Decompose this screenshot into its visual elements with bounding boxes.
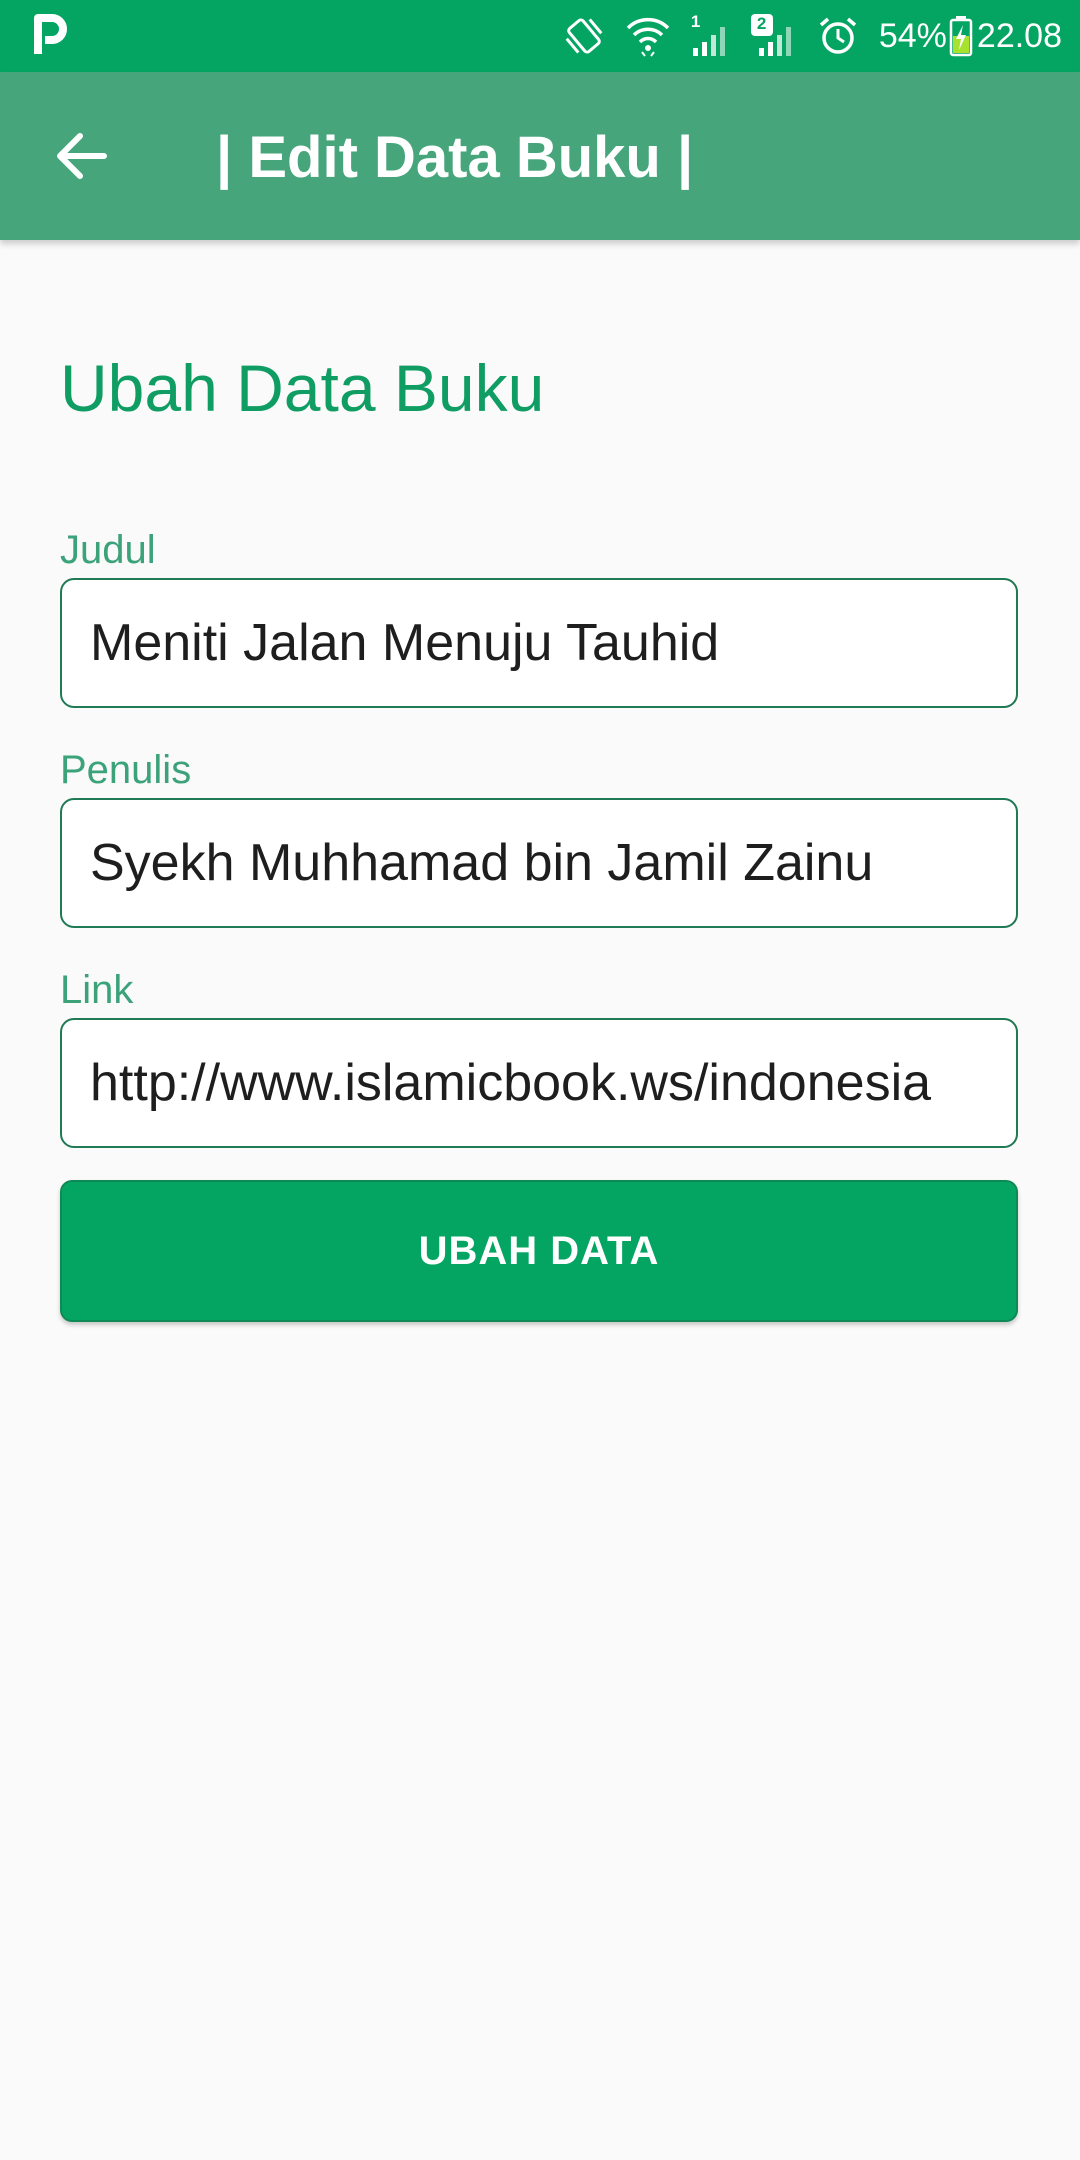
sim1-label: 1 [690,12,701,31]
sim2-label: 2 [756,14,767,33]
status-icons: 1 2 54% 22.08 [543,0,1062,72]
author-label: Penulis [60,748,192,792]
title-input[interactable] [62,580,1016,706]
wifi-icon [625,14,671,58]
vibrate-icon [561,15,607,57]
author-input[interactable] [62,800,1016,926]
arrow-left-icon[interactable] [50,126,116,186]
author-field[interactable] [60,798,1018,928]
battery-percent: 54% [878,16,947,55]
link-label: Link [60,968,134,1012]
alarm-icon [817,15,859,57]
app-bar: | Edit Data Buku | [0,72,1080,240]
submit-button[interactable]: UBAH DATA [60,1180,1018,1322]
app-bar-title: | Edit Data Buku | [216,125,694,190]
status-bar: 1 2 54% 22.08 [0,0,1080,72]
clock-time: 22.08 [976,16,1062,55]
signal-sim1-icon: 1 [689,12,733,58]
battery-charging-icon [949,15,973,57]
signal-sim2-icon: 2 [750,14,799,58]
link-field[interactable] [60,1018,1018,1148]
p-logo-icon [34,14,67,54]
title-label: Judul [60,528,156,572]
title-field[interactable] [60,578,1018,708]
form-heading: Ubah Data Buku [60,351,545,425]
link-input[interactable] [62,1020,1016,1146]
